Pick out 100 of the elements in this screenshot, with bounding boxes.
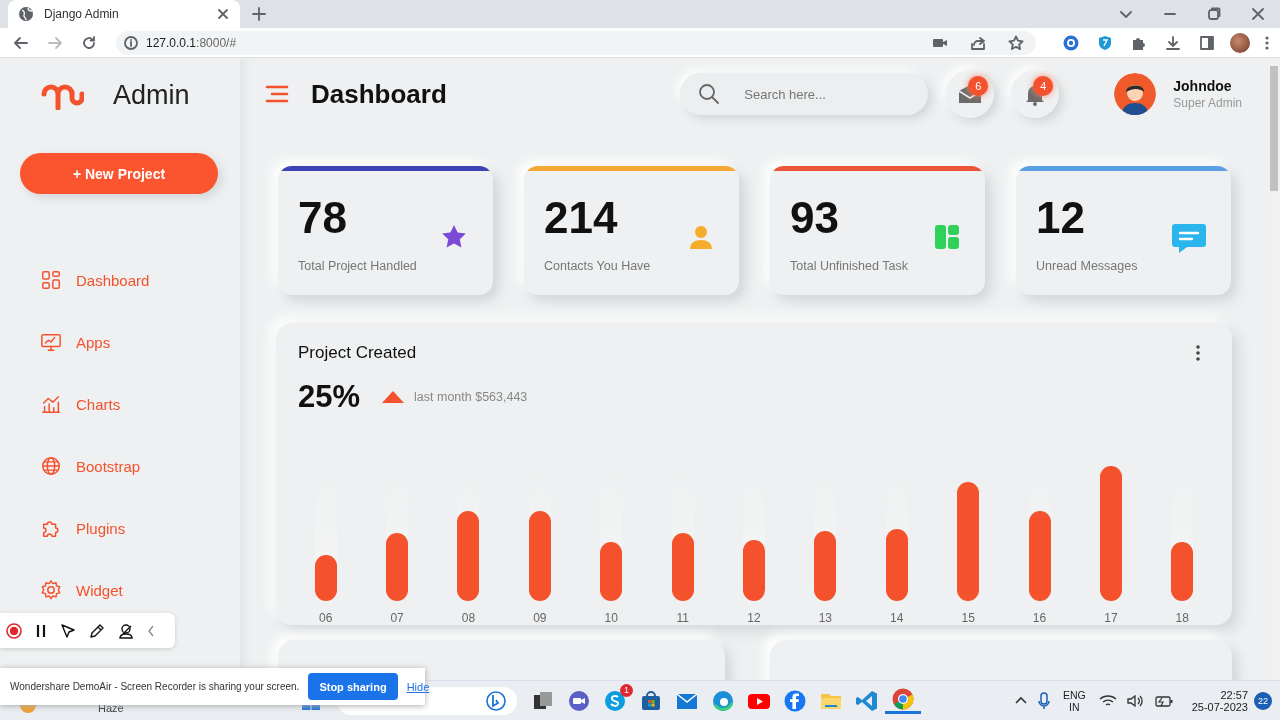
comparison-note: last month $563,443 bbox=[414, 390, 528, 404]
nav-item[interactable]: Apps bbox=[20, 330, 111, 354]
axis-label: 18 bbox=[1175, 611, 1189, 625]
chart-bar bbox=[743, 540, 765, 601]
skype-icon[interactable] bbox=[602, 688, 627, 713]
info-icon bbox=[124, 35, 138, 50]
maximize-icon[interactable] bbox=[1207, 7, 1221, 21]
bing-icon bbox=[484, 689, 507, 712]
mail-button[interactable]: 6 bbox=[946, 70, 995, 118]
count-badge: 4 bbox=[1033, 76, 1054, 96]
profile-avatar[interactable] bbox=[1230, 32, 1250, 53]
count-badge: 6 bbox=[968, 76, 989, 96]
notification-count[interactable]: 22 bbox=[1254, 691, 1272, 710]
record-icon[interactable] bbox=[6, 622, 22, 639]
more-icon[interactable] bbox=[1265, 34, 1269, 51]
extension-icon[interactable] bbox=[1063, 34, 1079, 51]
notice-message: Wondershare DemoAir - Screen Recorder is sharing your screen. bbox=[10, 681, 300, 692]
stat-value: 93 bbox=[790, 193, 840, 243]
address-bar[interactable]: 127.0.0.1:8000/# bbox=[116, 30, 1036, 55]
video-chat-icon[interactable] bbox=[566, 688, 591, 713]
nav-item[interactable]: Dashboard bbox=[20, 268, 150, 292]
dashboard-icon bbox=[40, 269, 62, 291]
chart-bar bbox=[885, 529, 908, 601]
axis-label: 11 bbox=[676, 611, 689, 625]
shield-icon[interactable] bbox=[1097, 34, 1113, 51]
close-icon[interactable] bbox=[1251, 7, 1265, 21]
weather-text: Haze bbox=[98, 701, 124, 714]
collapse-icon[interactable] bbox=[147, 624, 155, 637]
hide-link[interactable]: Hide bbox=[406, 680, 430, 693]
side-panel-icon[interactable] bbox=[1199, 34, 1215, 51]
avatar[interactable] bbox=[1114, 73, 1157, 115]
browser-tab[interactable]: Django Admin bbox=[8, 0, 240, 28]
axis-label: 06 bbox=[319, 611, 333, 625]
chart-title: Project Created bbox=[298, 343, 417, 363]
new-tab-icon[interactable] bbox=[252, 7, 266, 21]
share-icon[interactable] bbox=[970, 34, 986, 51]
more-icon[interactable] bbox=[1196, 345, 1200, 361]
star-icon[interactable] bbox=[1008, 34, 1024, 51]
user-name: Johndoe bbox=[1173, 78, 1233, 94]
language-text[interactable]: ENG bbox=[1062, 688, 1086, 701]
menu-icon[interactable] bbox=[265, 84, 289, 104]
social-icon[interactable] bbox=[782, 688, 807, 713]
speaker-icon[interactable] bbox=[1126, 693, 1145, 708]
percent-value: 25% bbox=[298, 379, 361, 415]
close-icon[interactable] bbox=[216, 7, 230, 21]
user-role: Super Admin bbox=[1173, 96, 1242, 110]
charts-icon bbox=[40, 393, 62, 415]
wifi-icon[interactable] bbox=[1098, 693, 1117, 708]
back-icon[interactable] bbox=[13, 34, 29, 51]
axis-label: 07 bbox=[390, 611, 404, 625]
nav-item[interactable]: Widget bbox=[20, 578, 123, 602]
axis-label: 09 bbox=[533, 611, 547, 625]
nav-item[interactable]: Plugins bbox=[20, 516, 126, 540]
axis-label: 10 bbox=[604, 611, 618, 625]
browser-icon[interactable] bbox=[710, 688, 735, 713]
stat-label: Contacts You Have bbox=[544, 259, 651, 273]
axis-label: 13 bbox=[818, 611, 833, 625]
notification-button[interactable]: 4 bbox=[1011, 70, 1060, 118]
url-host: 127.0.0.1 bbox=[146, 35, 197, 50]
cursor-icon[interactable] bbox=[60, 622, 76, 639]
battery-icon[interactable] bbox=[1154, 693, 1173, 708]
axis-label: 14 bbox=[890, 611, 904, 625]
stat-value: 78 bbox=[298, 193, 348, 243]
stat-label: Total Unfinished Task bbox=[790, 259, 908, 273]
microphone-icon[interactable] bbox=[1037, 691, 1050, 710]
chat-icon bbox=[1171, 221, 1207, 253]
monitor-icon bbox=[40, 331, 62, 353]
clock-time[interactable]: 22:57 bbox=[1220, 688, 1248, 701]
nav-item[interactable]: Bootstrap bbox=[20, 454, 141, 478]
search-field[interactable]: Search here... bbox=[680, 73, 929, 115]
pencil-icon[interactable] bbox=[89, 622, 105, 639]
axis-label: 16 bbox=[1032, 611, 1047, 625]
globe-icon bbox=[18, 6, 34, 22]
axis-label: 15 bbox=[961, 611, 975, 625]
stat-value: 214 bbox=[544, 193, 619, 243]
count-badge: 1 bbox=[619, 683, 633, 697]
eraser-icon[interactable] bbox=[118, 622, 134, 639]
region-text[interactable]: IN bbox=[1069, 700, 1080, 713]
globe-icon bbox=[40, 455, 62, 477]
download-icon[interactable] bbox=[1165, 34, 1181, 51]
chart-bar bbox=[386, 533, 409, 601]
chrome-icon[interactable] bbox=[890, 687, 915, 711]
chart-bar bbox=[1171, 541, 1194, 601]
axis-label: 12 bbox=[747, 611, 761, 625]
clock-date[interactable]: 25-07-2023 bbox=[1191, 700, 1248, 713]
nav-item[interactable]: Charts bbox=[20, 392, 121, 416]
page-title: Dashboard bbox=[311, 78, 447, 110]
axis-label: 08 bbox=[461, 611, 476, 625]
reload-icon[interactable] bbox=[81, 34, 97, 51]
axis-label: 17 bbox=[1104, 611, 1118, 625]
stat-value: 12 bbox=[1036, 193, 1086, 243]
stop-sharing-button[interactable]: Stop sharing bbox=[308, 673, 398, 700]
layout-icon bbox=[933, 223, 961, 251]
code-editor-icon[interactable] bbox=[854, 688, 879, 713]
settings-icon bbox=[40, 579, 62, 601]
chart-bar bbox=[600, 541, 623, 601]
brand-name: Admin bbox=[113, 79, 190, 111]
tab-title: Django Admin bbox=[44, 7, 120, 21]
pause-icon[interactable] bbox=[35, 623, 47, 638]
new-project-button[interactable]: + New Project bbox=[20, 153, 218, 194]
